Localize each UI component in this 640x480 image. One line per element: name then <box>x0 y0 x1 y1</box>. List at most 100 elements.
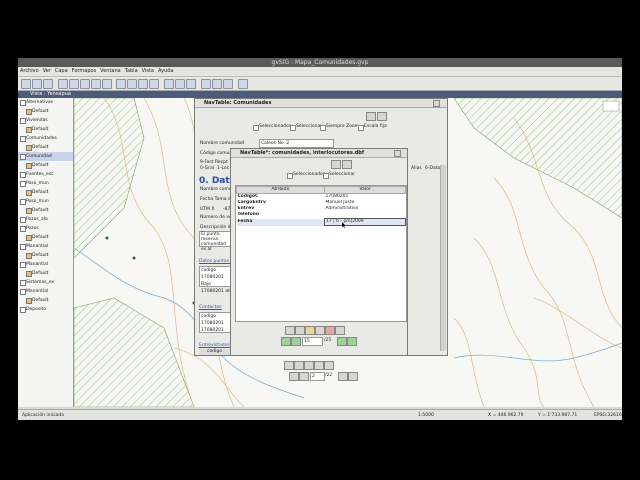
tab-loc[interactable]: 1-Loc <box>217 166 229 171</box>
add-layer-icon[interactable] <box>58 79 68 89</box>
new-icon[interactable] <box>21 79 31 89</box>
close-button[interactable] <box>394 150 401 157</box>
toc-layer-item[interactable]: Deposito <box>18 305 73 314</box>
nombre-field[interactable]: Caleos No. 2 <box>259 139 334 148</box>
layout-icon[interactable] <box>223 79 233 89</box>
area-icon[interactable] <box>149 79 159 89</box>
checked-checkbox-icon[interactable] <box>20 226 26 232</box>
checked-checkbox-icon[interactable] <box>20 172 26 178</box>
menu-capa[interactable]: Capa <box>53 67 70 76</box>
menu-archivo[interactable]: Archivo <box>18 67 41 76</box>
toc-layer-item[interactable]: Alternativas <box>18 98 73 107</box>
toc-layer-item[interactable]: Pozos <box>18 224 73 233</box>
last-record-button[interactable] <box>347 337 357 346</box>
print-icon[interactable] <box>212 79 222 89</box>
help-icon[interactable] <box>238 79 248 89</box>
toc-layer-item[interactable]: Sistemas_ex <box>18 278 73 287</box>
toc-layer-item[interactable]: Pozos_ala <box>18 215 73 224</box>
record-number-field[interactable]: 2 <box>310 372 325 381</box>
menu-ver[interactable]: Ver <box>41 67 53 76</box>
filter-clear-icon[interactable] <box>377 112 387 121</box>
fast-tab[interactable]: 9-Fast Recpt <box>200 160 228 165</box>
toc-layer-item[interactable]: Poso_mun <box>18 197 73 206</box>
open-icon[interactable] <box>32 79 42 89</box>
toc-layer-item[interactable]: Default <box>18 188 73 197</box>
entrevistados-link[interactable]: Entrevistados <box>199 343 230 348</box>
next-record-button[interactable] <box>337 337 347 346</box>
save-record-icon[interactable] <box>314 361 324 370</box>
description-field[interactable]: El punto reserva comunidad es al <box>199 231 232 252</box>
checked-checkbox-icon[interactable] <box>20 199 26 205</box>
record-number-field[interactable]: 15 <box>302 337 323 346</box>
close-button[interactable] <box>433 100 440 107</box>
toc-layer-item[interactable]: Comunidad <box>18 152 73 161</box>
navtable-icon[interactable] <box>175 79 185 89</box>
filter-icon[interactable] <box>366 112 376 121</box>
table-row[interactable]: Fecha 17 | 6 - pm|2009 <box>236 218 406 226</box>
checked-checkbox-icon[interactable] <box>20 307 26 313</box>
toc-layer-item[interactable]: Poso_mun <box>18 179 73 188</box>
filter-clear-icon[interactable] <box>342 160 352 169</box>
toc-layer-item[interactable]: Default <box>18 251 73 260</box>
checked-checkbox-icon[interactable] <box>20 118 26 124</box>
menu-ayuda[interactable]: Ayuda <box>156 67 175 76</box>
toc-layer-item[interactable]: Fuentes_esc <box>18 170 73 179</box>
point-feature[interactable] <box>105 236 109 240</box>
checked-checkbox-icon[interactable] <box>20 100 26 106</box>
tab-gral[interactable]: 0-Gral <box>200 166 214 171</box>
measure-icon[interactable] <box>138 79 148 89</box>
menu-ventana[interactable]: Ventana <box>98 67 123 76</box>
filter-icon[interactable] <box>331 160 341 169</box>
last-record-button[interactable] <box>348 372 358 381</box>
menu-tabla[interactable]: Tabla <box>123 67 140 76</box>
menu-vista[interactable]: Vista <box>140 67 156 76</box>
zoom-full-icon[interactable] <box>102 79 112 89</box>
toc-layer-item[interactable]: Default <box>18 161 73 170</box>
edit-icon[interactable] <box>186 79 196 89</box>
tab-dato[interactable]: 6-Dato <box>425 166 440 171</box>
checked-checkbox-icon[interactable] <box>20 244 26 250</box>
prev-record-button[interactable] <box>299 372 309 381</box>
first-record-button[interactable] <box>289 372 299 381</box>
pan-icon[interactable] <box>91 79 101 89</box>
value-cell-editing[interactable]: 17 | 6 - pm|2009 <box>324 218 406 226</box>
copy-icon[interactable] <box>285 326 295 335</box>
delete-record-icon[interactable] <box>325 326 335 335</box>
table-icon[interactable] <box>164 79 174 89</box>
first-record-button[interactable] <box>281 337 291 346</box>
point-feature[interactable] <box>132 256 136 260</box>
toc-layer-item[interactable]: Default <box>18 125 73 134</box>
paste-icon[interactable] <box>294 361 304 370</box>
save-icon[interactable] <box>43 79 53 89</box>
toc-layer-item[interactable]: Manantial <box>18 260 73 269</box>
info-icon[interactable] <box>127 79 137 89</box>
toc-layer-item[interactable]: Default <box>18 206 73 215</box>
zoom-record-icon[interactable] <box>304 361 314 370</box>
toc-layer-item[interactable]: Viviendas <box>18 116 73 125</box>
toc-layer-item[interactable]: Default <box>18 107 73 116</box>
toc-layer-item[interactable]: Manantial <box>18 242 73 251</box>
copy-icon[interactable] <box>284 361 294 370</box>
refresh-icon[interactable] <box>201 79 211 89</box>
checked-checkbox-icon[interactable] <box>20 289 26 295</box>
checked-checkbox-icon[interactable] <box>20 136 26 142</box>
select-icon[interactable] <box>116 79 126 89</box>
checked-checkbox-icon[interactable] <box>20 217 26 223</box>
toc-layer-item[interactable]: Default <box>18 233 73 242</box>
zoom-out-icon[interactable] <box>80 79 90 89</box>
menu-formapos[interactable]: Formapos <box>70 67 99 76</box>
zoom-in-icon[interactable] <box>69 79 79 89</box>
toc-layer-item[interactable]: Default <box>18 143 73 152</box>
prev-record-button[interactable] <box>291 337 301 346</box>
contactos-link[interactable]: Contactos <box>199 305 222 310</box>
checked-checkbox-icon[interactable] <box>20 262 26 268</box>
tab-alias[interactable]: Alias <box>411 166 422 171</box>
checked-checkbox-icon[interactable] <box>20 181 26 187</box>
paste-icon[interactable] <box>295 326 305 335</box>
next-record-button[interactable] <box>338 372 348 381</box>
toc-layer-item[interactable]: Default <box>18 296 73 305</box>
save-record-icon[interactable] <box>315 326 325 335</box>
checked-checkbox-icon[interactable] <box>20 280 26 286</box>
delete-record-icon[interactable] <box>324 361 334 370</box>
toc-layer-item[interactable]: Default <box>18 269 73 278</box>
